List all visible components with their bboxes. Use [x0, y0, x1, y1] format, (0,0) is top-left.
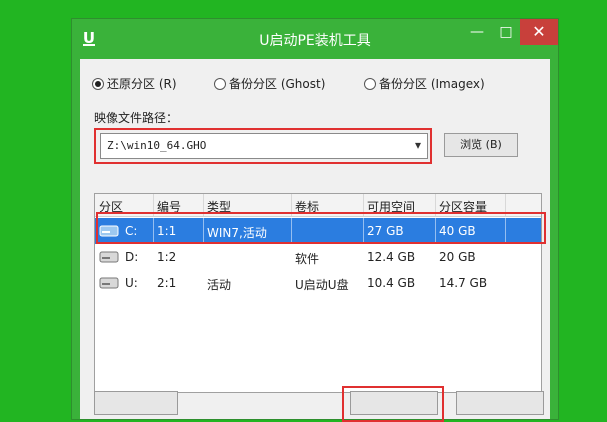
- title-bar[interactable]: U U启动PE装机工具 — □ ✕: [72, 19, 558, 59]
- table-row[interactable]: D: 1:2 软件 12.4 GB 20 GB: [95, 244, 541, 270]
- backup-imagex-radio[interactable]: 备份分区 (Imagex): [364, 75, 485, 93]
- client-area: 还原分区 (R) 备份分区 (Ghost) 备份分区 (Imagex) 映像文件…: [80, 59, 550, 422]
- backup-ghost-radio[interactable]: 备份分区 (Ghost): [214, 75, 325, 93]
- highlight-confirm-box: [342, 386, 444, 422]
- capacity: 14.7 GB: [439, 276, 488, 290]
- radio-checked-icon: [92, 78, 104, 90]
- radio-unchecked-icon: [364, 78, 376, 90]
- table-row[interactable]: U: 2:1 活动 U启动U盘 10.4 GB 14.7 GB: [95, 270, 541, 296]
- volume-label: 软件: [295, 252, 320, 266]
- partition-number: 1:2: [157, 250, 177, 264]
- radio-unchecked-icon: [214, 78, 226, 90]
- maximize-button[interactable]: □: [492, 19, 520, 45]
- drive-letter: U:: [125, 276, 138, 290]
- highlight-row-box: [96, 212, 546, 244]
- minimize-button[interactable]: —: [462, 19, 492, 45]
- close-button[interactable]: ✕: [520, 19, 558, 45]
- backup-ghost-label: 备份分区 (Ghost): [229, 77, 326, 91]
- volume-label: U启动U盘: [295, 278, 349, 292]
- capacity: 20 GB: [439, 250, 476, 264]
- browse-button[interactable]: 浏览 (B): [444, 133, 518, 157]
- restore-partition-label: 还原分区 (R): [107, 77, 177, 91]
- exit-button[interactable]: [456, 391, 544, 415]
- highlight-path-box: [94, 128, 432, 164]
- installer-window: U U启动PE装机工具 — □ ✕ 还原分区 (R) 备份分区 (Ghost) …: [71, 18, 559, 422]
- restore-partition-radio[interactable]: 还原分区 (R): [92, 75, 177, 93]
- hard-drive-icon: [99, 251, 119, 263]
- drive-letter: D:: [125, 250, 139, 264]
- free-space: 12.4 GB: [367, 250, 416, 264]
- image-path-label: 映像文件路径：: [94, 111, 179, 125]
- free-space: 10.4 GB: [367, 276, 416, 290]
- partition-type: 活动: [207, 278, 232, 292]
- partition-number: 2:1: [157, 276, 177, 290]
- advanced-button[interactable]: [94, 391, 178, 415]
- backup-imagex-label: 备份分区 (Imagex): [379, 77, 485, 91]
- mode-options: 还原分区 (R) 备份分区 (Ghost) 备份分区 (Imagex): [90, 75, 550, 93]
- usb-drive-icon: [99, 277, 119, 289]
